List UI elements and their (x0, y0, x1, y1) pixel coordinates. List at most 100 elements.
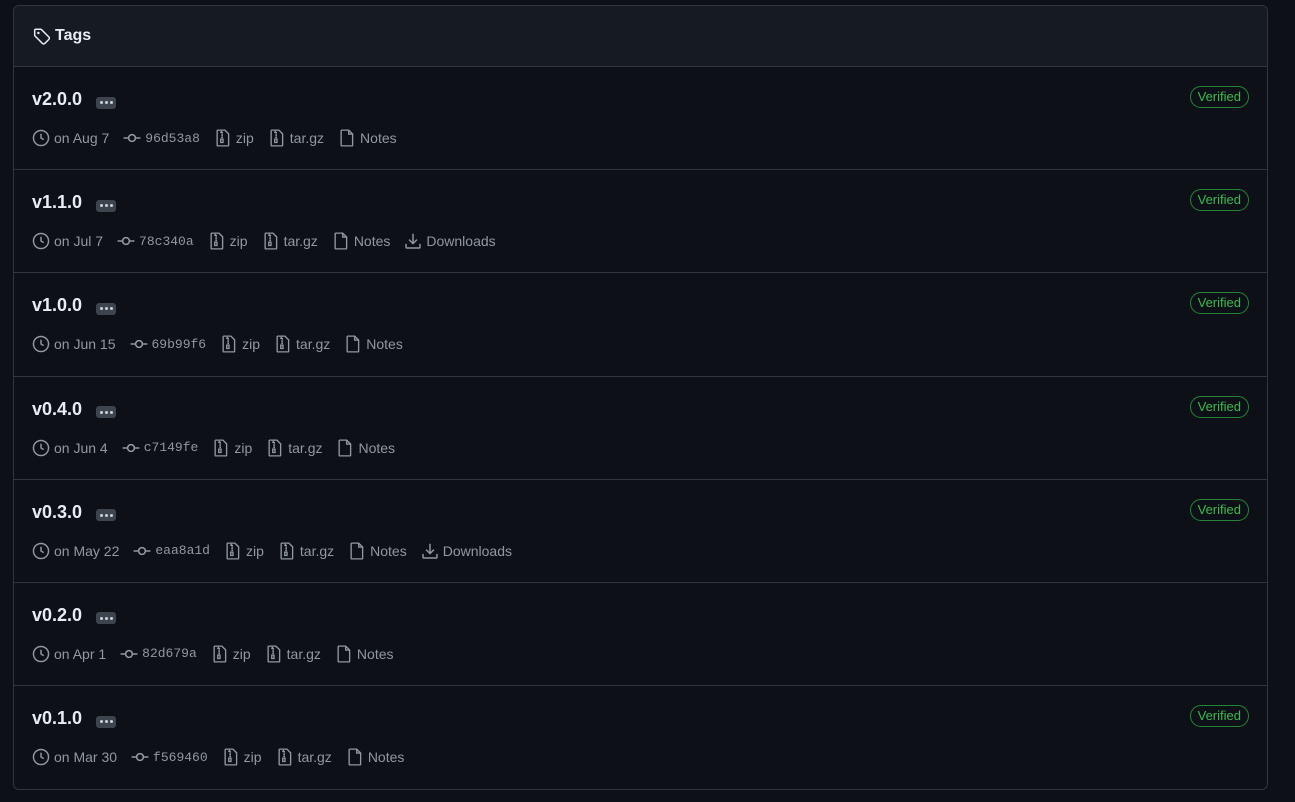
tag-date-label: on Apr 1 (54, 645, 107, 662)
tag-name-link[interactable]: v1.1.0 (32, 192, 82, 213)
tag-name-link[interactable]: v0.2.0 (32, 605, 82, 626)
targz-link[interactable]: tar.gz (274, 335, 330, 353)
tag-meta: on Jul 7 78c340a zip tar.gz Notes Downlo… (32, 232, 510, 250)
commit-icon (122, 443, 140, 452)
tag-date-label: on Jun 4 (54, 439, 108, 456)
tag-icon (33, 27, 51, 45)
tag-date: on Jun 4 (32, 439, 108, 457)
notes-label: Notes (367, 749, 405, 766)
notes-link[interactable]: Notes (344, 335, 403, 353)
targz-label: tar.gz (288, 439, 323, 456)
targz-link[interactable]: tar.gz (265, 645, 321, 663)
targz-label: tar.gz (299, 542, 335, 559)
file-icon (337, 645, 351, 663)
commit-icon (120, 649, 138, 659)
zip-link[interactable]: zip (224, 542, 264, 560)
ellipsis-icon[interactable] (96, 96, 117, 109)
clock-icon (32, 129, 50, 147)
notes-link[interactable]: Notes (336, 439, 395, 457)
page-title: Tags (55, 27, 92, 44)
targz-link[interactable]: tar.gz (266, 439, 322, 457)
tag-name-link[interactable]: v0.3.0 (32, 502, 82, 523)
zip-link[interactable]: zip (208, 232, 248, 250)
ellipsis-icon[interactable] (96, 612, 117, 625)
verified-badge[interactable]: Verified (1189, 498, 1249, 521)
ellipsis-icon[interactable] (96, 509, 117, 522)
downloads-link[interactable]: Downloads (421, 542, 512, 560)
targz-link[interactable]: tar.gz (262, 232, 318, 250)
notes-link[interactable]: Notes (335, 645, 394, 663)
file-zip-icon (213, 645, 227, 663)
notes-label: Notes (353, 233, 391, 250)
zip-link[interactable]: zip (222, 748, 262, 766)
file-icon (350, 542, 364, 560)
verified-badge[interactable]: Verified (1189, 189, 1249, 212)
tag-date: on Aug 7 (32, 129, 109, 147)
notes-label: Notes (370, 542, 407, 559)
targz-label: tar.gz (286, 645, 321, 662)
zip-link[interactable]: zip (211, 645, 251, 663)
file-zip-icon (278, 748, 291, 766)
ellipsis-icon[interactable] (96, 199, 117, 212)
verified-badge[interactable]: Verified (1189, 86, 1249, 108)
tag-meta: on May 22 eaa8a1d zip tar.gz Notes Downl… (32, 542, 526, 560)
commit-sha: f569460 (153, 749, 208, 765)
commit-link[interactable]: 82d679a (120, 645, 197, 663)
ellipsis-icon[interactable] (96, 406, 117, 419)
file-icon (346, 335, 360, 353)
commit-icon (117, 237, 135, 246)
verified-badge[interactable]: Verified (1189, 395, 1249, 418)
commit-link[interactable]: 96d53a8 (123, 129, 200, 147)
file-zip-icon (267, 645, 280, 663)
tag-meta: on Jun 4 c7149fe zip tar.gz Notes (32, 439, 409, 457)
verified-badge[interactable]: Verified (1189, 292, 1249, 315)
commit-sha: 96d53a8 (145, 130, 200, 146)
commit-sha: 69b99f6 (151, 336, 207, 352)
targz-link[interactable]: tar.gz (268, 129, 324, 147)
notes-link[interactable]: Notes (332, 232, 391, 250)
tag-name-link[interactable]: v1.0.0 (32, 295, 82, 316)
tag-name-link[interactable]: v0.4.0 (32, 399, 82, 420)
tag-date-label: on Mar 30 (54, 749, 118, 766)
clock-icon (32, 748, 50, 766)
tag-row: v1.0.0 on Jun 15 69b99f6 zip tar.gz Note… (14, 273, 1267, 377)
targz-label: tar.gz (296, 336, 331, 353)
verified-badge[interactable]: Verified (1189, 705, 1249, 728)
tag-name-link[interactable]: v2.0.0 (32, 89, 82, 110)
tag-row: v0.4.0 on Jun 4 c7149fe zip tar.gz Notes… (14, 377, 1267, 480)
ellipsis-icon[interactable] (96, 715, 117, 728)
zip-link[interactable]: zip (214, 129, 254, 147)
tags-box: Tags v2.0.0 on Aug 7 96d53a8 zip tar.gz (13, 5, 1268, 790)
tag-row: v0.3.0 on May 22 eaa8a1d zip tar.gz Note… (14, 480, 1267, 583)
tag-date-label: on Aug 7 (54, 130, 110, 146)
tag-name-link[interactable]: v0.1.0 (32, 708, 82, 729)
targz-link[interactable]: tar.gz (276, 748, 332, 766)
targz-link[interactable]: tar.gz (278, 542, 334, 560)
notes-link[interactable]: Notes (348, 542, 407, 560)
file-zip-icon (270, 129, 284, 147)
targz-label: tar.gz (289, 130, 325, 146)
tag-meta: on Jun 15 69b99f6 zip tar.gz Notes (32, 335, 417, 353)
notes-link[interactable]: Notes (338, 129, 397, 147)
commit-link[interactable]: c7149fe (122, 439, 198, 457)
commit-link[interactable]: 78c340a (117, 232, 194, 250)
tags-header: Tags (14, 6, 1267, 67)
ellipsis-icon[interactable] (96, 302, 117, 315)
downloads-link[interactable]: Downloads (404, 232, 496, 250)
tag-date: on Mar 30 (32, 748, 117, 766)
clock-icon (32, 232, 50, 250)
clock-icon (32, 542, 50, 560)
commit-link[interactable]: 69b99f6 (130, 335, 207, 353)
zip-label: zip (243, 749, 262, 766)
zip-link[interactable]: zip (212, 439, 252, 457)
commit-link[interactable]: eaa8a1d (133, 542, 210, 560)
notes-label: Notes (358, 439, 396, 456)
commit-icon (131, 752, 149, 762)
zip-link[interactable]: zip (220, 335, 260, 353)
commit-link[interactable]: f569460 (131, 748, 208, 766)
file-zip-icon (210, 232, 223, 250)
notes-link[interactable]: Notes (346, 748, 405, 766)
file-zip-icon (276, 335, 290, 353)
file-zip-icon (216, 129, 230, 147)
commit-sha: 82d679a (142, 646, 197, 662)
